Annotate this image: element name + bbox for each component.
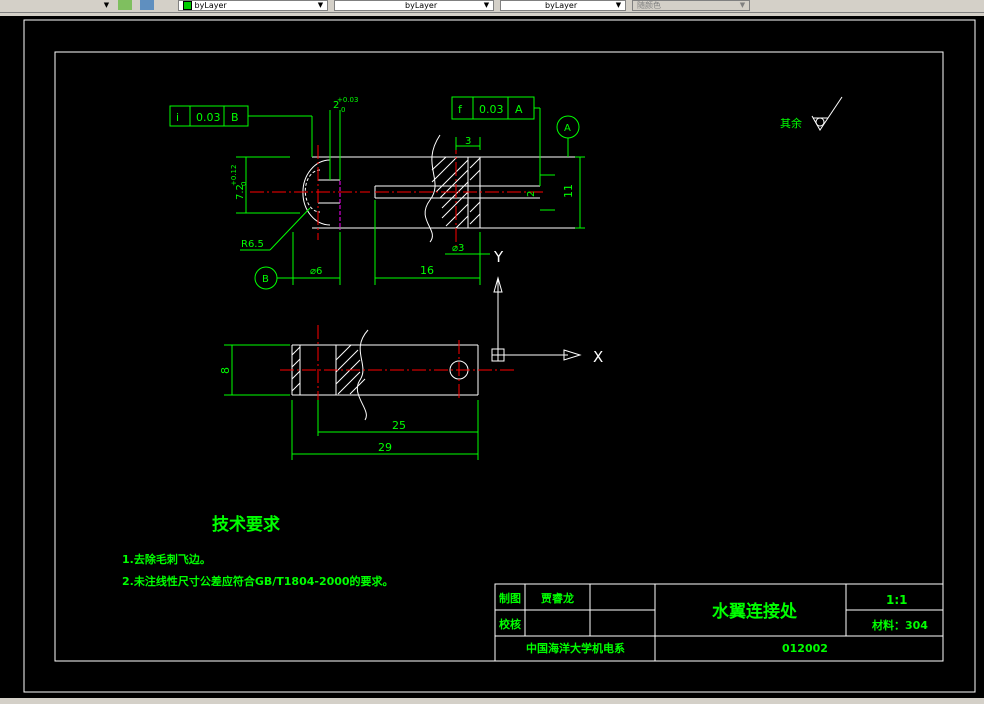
material: 材料：304 [872, 618, 928, 632]
color-value: byLayer [194, 1, 227, 10]
plot-style-dropdown-icon[interactable]: ▼ [738, 1, 747, 10]
dim-29: 29 [378, 441, 392, 454]
cad-drawing: i 0.03 B f 0.03 A A B 2 +0.03 0 7.2 +0.1… [23, 19, 976, 693]
plot-style-value: 随颜色 [637, 1, 661, 10]
drawing-canvas[interactable]: i 0.03 B f 0.03 A A B 2 +0.03 0 7.2 +0.1… [0, 16, 984, 704]
notes-heading: 技术要求 [212, 514, 280, 535]
dim-8: 8 [219, 367, 232, 374]
dim-radius: R6.5 [241, 239, 264, 250]
drawing-number: 012002 [782, 642, 828, 655]
check-label: 校核 [499, 617, 521, 631]
color-dropdown-icon[interactable]: ▼ [316, 1, 325, 10]
front-view-dimensions [224, 344, 479, 460]
ucs-x-label: X [593, 348, 603, 366]
layer-previous-icon[interactable] [140, 0, 154, 10]
tol2-datum: A [515, 103, 523, 116]
color-control[interactable]: byLayer [178, 0, 328, 11]
linetype-control[interactable]: byLayer [334, 0, 494, 11]
drawn-by: 贾睿龙 [541, 591, 574, 605]
tol2-value: 0.03 [479, 103, 504, 116]
dim-depth-tol2: 0 [240, 182, 248, 186]
status-strip [0, 698, 984, 704]
surface-finish-symbol: 其余 [780, 96, 843, 131]
front-view-labels: 8 25 29 [219, 367, 406, 454]
dim-keyway-tol2: 0 [341, 106, 345, 114]
dim-3: 3 [465, 136, 471, 147]
surface-note: 其余 [780, 116, 802, 130]
scale: 1:1 [886, 593, 908, 607]
plot-style-control[interactable]: 随颜色 [632, 0, 750, 11]
linetype-value: byLayer [405, 1, 438, 10]
dim-keyway-tol: +0.03 [337, 96, 358, 104]
drawn-label: 制图 [499, 591, 521, 605]
tol1-value: 0.03 [196, 111, 221, 124]
dim-dia3: ⌀3 [452, 243, 464, 254]
linetype-dropdown-icon[interactable]: ▼ [482, 1, 491, 10]
dropdown-arrow-icon[interactable]: ▼ [102, 1, 111, 10]
lineweight-value: byLayer [545, 1, 578, 10]
title-block-text: 制图 贾睿龙 校核 水翼连接处 1:1 材料：304 中国海洋大学机电系 012… [499, 591, 928, 655]
dim-dia6: ⌀6 [310, 266, 322, 277]
part-name: 水翼连接处 [712, 601, 798, 622]
top-view-dimensions [169, 96, 585, 290]
datum-b-label: B [262, 274, 269, 285]
school: 中国海洋大学机电系 [526, 641, 625, 655]
dim-16: 16 [420, 264, 434, 277]
dim-25: 25 [392, 419, 406, 432]
tol1-datum: B [231, 111, 239, 124]
dim-11: 11 [562, 184, 575, 198]
ucs-y-label: Y [493, 248, 504, 266]
front-view [280, 325, 515, 421]
ucs-icon [491, 276, 582, 362]
lineweight-dropdown-icon[interactable]: ▼ [614, 1, 623, 10]
dim-2: 2 [526, 191, 537, 197]
tol2-symbol: f [458, 103, 463, 116]
dim-depth-tol: +0.12 [230, 165, 238, 186]
layer-states-icon[interactable] [118, 0, 132, 10]
color-swatch-icon [183, 1, 192, 10]
datum-a-label: A [564, 123, 571, 134]
inner-frame [54, 51, 944, 662]
note-line-1: 1.去除毛刺飞边。 [122, 552, 211, 566]
note-line-2: 2.未注线性尺寸公差应符合GB/T1804-2000的要求。 [122, 574, 394, 588]
lineweight-control[interactable]: byLayer [500, 0, 626, 11]
properties-toolbar: ▼ byLayer ▼ byLayer ▼ byLayer ▼ 随颜色 ▼ [0, 0, 984, 13]
tol1-symbol: i [176, 111, 179, 124]
technical-notes: 技术要求 1.去除毛刺飞边。 2.未注线性尺寸公差应符合GB/T1804-200… [122, 514, 394, 588]
